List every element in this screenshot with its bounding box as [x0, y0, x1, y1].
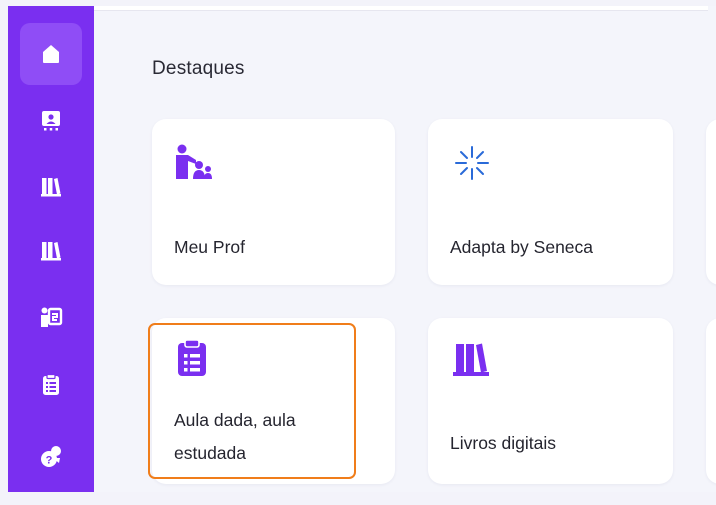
teacher-board-icon [42, 111, 60, 131]
card-label: Meu Prof [174, 237, 245, 257]
books-icon [453, 343, 489, 376]
section-title: Destaques [152, 58, 245, 79]
card-meu-prof[interactable]: Meu Prof [152, 119, 395, 285]
sidebar-item-books[interactable] [20, 156, 82, 218]
card-aula-dada[interactable]: Aula dada, aula estudada [152, 318, 395, 484]
sidebar-item-support[interactable]: ? [20, 426, 82, 488]
clipboard-icon [43, 373, 59, 395]
support-icon: ? [41, 446, 61, 467]
card-label-line1: Aula dada, aula [174, 410, 296, 430]
top-bar [94, 6, 708, 11]
person-board-icon [41, 307, 63, 327]
sidebar-item-home[interactable] [20, 23, 82, 85]
teacher-students-icon [176, 144, 212, 179]
app-frame: ? Destaques Meu Prof Adapta by Seneca Au… [8, 6, 716, 492]
card-offscreen[interactable] [706, 119, 716, 285]
clipboard-list-icon [178, 339, 206, 376]
card-livros-digitais[interactable]: Livros digitais [428, 318, 673, 484]
sidebar-item-teaching[interactable] [20, 287, 82, 349]
sidebar: ? [8, 6, 94, 492]
sidebar-item-tasks[interactable] [20, 354, 82, 416]
sparkle-icon [455, 146, 489, 180]
card-label-line2: estudada [174, 443, 247, 463]
card-label: Livros digitais [450, 433, 557, 453]
sidebar-item-class[interactable] [20, 90, 82, 152]
sidebar-item-library[interactable] [20, 220, 82, 282]
books-icon [41, 178, 61, 197]
card-adapta[interactable]: Adapta by Seneca [428, 119, 673, 285]
home-icon [43, 45, 59, 63]
card-label: Aula dada, aula estudada [174, 404, 296, 470]
card-offscreen[interactable] [706, 318, 716, 484]
svg-text:?: ? [46, 455, 53, 467]
card-label: Adapta by Seneca [450, 237, 594, 257]
books-icon [41, 242, 61, 261]
